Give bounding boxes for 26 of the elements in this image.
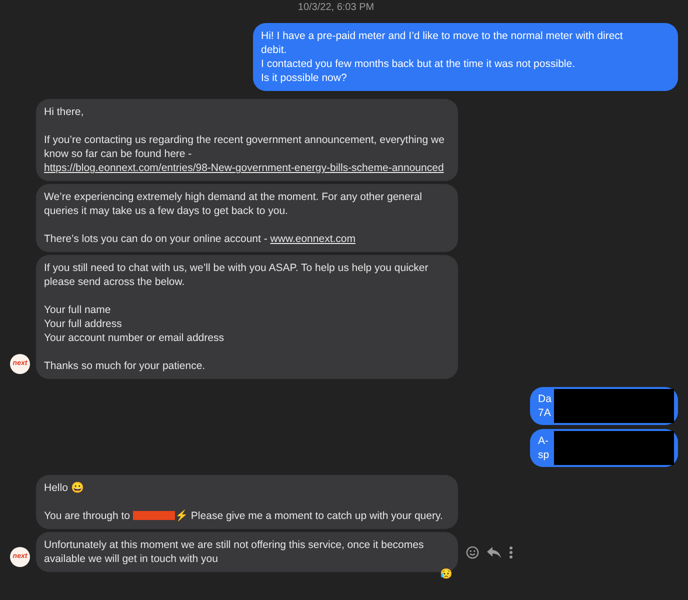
more-icon[interactable] bbox=[509, 546, 513, 558]
message-text: Your account number or email address bbox=[44, 332, 224, 344]
message-text: Unfortunately at this moment we are still not offering this service, once it becomes available we will get in touch with you bbox=[44, 539, 424, 565]
message-text: You are through to bbox=[44, 510, 130, 522]
reaction-emoji[interactable]: 😥 bbox=[440, 569, 452, 581]
message-text: Thanks so much for your patience. bbox=[44, 360, 206, 372]
message-text: A- bbox=[538, 435, 548, 447]
message-text: Your full address bbox=[44, 318, 122, 330]
timestamp: 10/3/22, 6:03 PM bbox=[296, 1, 376, 15]
message-text: Is it possible now? bbox=[261, 72, 347, 84]
message-text: Hi! I have a pre-paid meter and I’d like to move to the normal meter with direct debit. bbox=[261, 30, 623, 56]
reply-icon[interactable] bbox=[487, 546, 501, 558]
message-text: Your full name bbox=[44, 304, 111, 316]
message-text: I contacted you few months back but at the time it was not possible. bbox=[261, 58, 576, 70]
message-text: Hi there, bbox=[44, 106, 84, 118]
link[interactable]: www.eonnext.com bbox=[270, 233, 356, 245]
message-text: There’s lots you can do on your online account - bbox=[44, 233, 268, 245]
message-text: If you still need to chat with us, we’ll be with you ASAP. To help us help you quicker please send across the below. bbox=[44, 262, 428, 288]
message-text: Hello 😀 bbox=[44, 482, 84, 494]
message-text: sp bbox=[538, 449, 550, 461]
message-text: Da bbox=[538, 393, 552, 405]
message-text: ⚡ Please give me a moment to catch up with your query. bbox=[175, 510, 443, 522]
link[interactable]: https://blog.eonnext.com/entries/98-New-government-energy-bills-scheme-announced bbox=[44, 161, 448, 175]
message-text: We’re experiencing extremely high demand at the moment. For any other general queries it may take us a few days to get back to you. bbox=[44, 191, 422, 217]
emoji-icon[interactable] bbox=[466, 546, 479, 558]
message-text: 7A bbox=[538, 407, 551, 419]
